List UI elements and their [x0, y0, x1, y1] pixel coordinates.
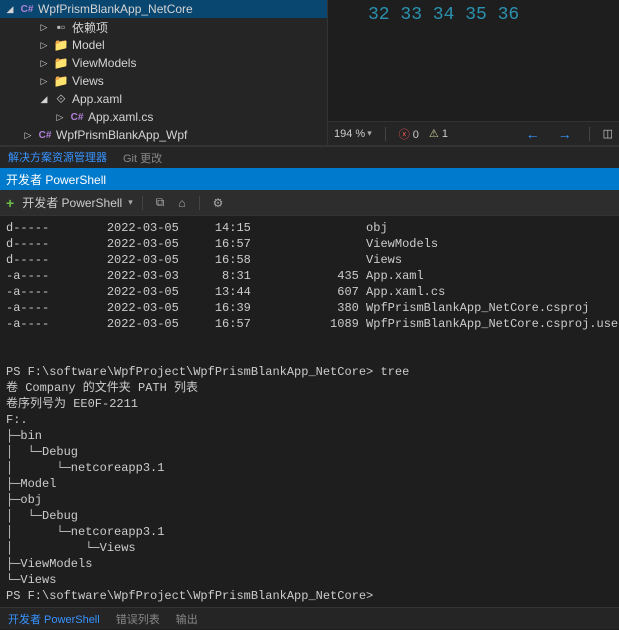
project-node-root[interactable]: ◢ C# WpfPrismBlankApp_NetCore	[0, 0, 327, 18]
chevron-down-icon[interactable]: ▾	[128, 197, 133, 208]
tab-solution-explorer[interactable]: 解决方案资源管理器	[0, 146, 115, 170]
tree-item-label: WpfPrismBlankApp_Wpf	[56, 128, 187, 142]
tree-item[interactable]: ▷ 📁 Views	[0, 72, 327, 90]
tree-item-label: App.xaml	[72, 92, 122, 106]
terminal-profile-label[interactable]: 开发者 PowerShell	[22, 194, 122, 211]
chevron-right-icon[interactable]: ▷	[38, 75, 50, 87]
tree-item[interactable]: ▷ 📁 Model	[0, 36, 327, 54]
home-icon[interactable]: ⌂	[174, 196, 189, 210]
chevron-right-icon[interactable]: ▷	[38, 21, 50, 33]
terminal-titlebar: 开发者 PowerShell	[0, 168, 619, 190]
copy-icon[interactable]: ⧉	[152, 195, 169, 210]
chevron-right-icon[interactable]: ▷	[54, 111, 66, 123]
explorer-tabstrip: 解决方案资源管理器 Git 更改	[0, 146, 619, 168]
error-icon: ⓧ	[399, 129, 410, 141]
tree-item-label: App.xaml.cs	[88, 110, 153, 124]
chevron-right-icon[interactable]: ▷	[22, 129, 34, 141]
chevron-right-icon[interactable]: ▷	[38, 57, 50, 69]
divider	[385, 127, 386, 141]
tree-item[interactable]: ◢ ⟐ App.xaml	[0, 90, 327, 108]
divider	[199, 196, 200, 210]
xaml-file-icon: ⟐	[54, 92, 68, 107]
tab-git-changes[interactable]: Git 更改	[115, 147, 170, 169]
tree-item-label: ViewModels	[72, 56, 136, 70]
divider	[142, 196, 143, 210]
folder-icon: 📁	[54, 38, 68, 52]
editor-status-bar: 194 % ▾ ⓧ 0 ⚠ 1 ← → ◫	[328, 121, 619, 145]
chevron-down-icon[interactable]: ◢	[4, 3, 16, 15]
tree-item[interactable]: ▷ C# App.xaml.cs	[0, 108, 327, 126]
error-count: 0	[413, 129, 419, 141]
gear-icon[interactable]: ⚙	[209, 196, 228, 210]
csharp-file-icon: C#	[70, 112, 84, 123]
terminal-title: 开发者 PowerShell	[6, 171, 106, 188]
solution-explorer: ◢ C# WpfPrismBlankApp_NetCore ▷ ▪▫ 依赖项 ▷ 📁 Mo…	[0, 0, 328, 145]
tree-item-label: Model	[72, 38, 105, 52]
warning-count: 1	[442, 128, 448, 140]
zoom-select[interactable]: 194 % ▾	[334, 128, 372, 140]
chevron-down-icon: ▾	[367, 128, 372, 139]
line-number-gutter: 32 33 34 35 36	[328, 0, 619, 29]
warning-icon: ⚠	[429, 128, 439, 140]
nav-forward-button[interactable]: →	[554, 126, 576, 142]
tree-item[interactable]: ▷ C# WpfPrismBlankApp_Wpf	[0, 126, 327, 144]
tab-developer-powershell[interactable]: 开发者 PowerShell	[0, 608, 108, 630]
nav-back-button[interactable]: ←	[522, 126, 544, 142]
project-label: WpfPrismBlankApp_NetCore	[38, 2, 193, 16]
chevron-down-icon[interactable]: ◢	[38, 93, 50, 105]
warnings-indicator[interactable]: ⚠ 1	[429, 127, 448, 140]
tree-item-label: 依赖项	[72, 19, 108, 36]
references-icon: ▪▫	[54, 20, 68, 34]
chevron-right-icon[interactable]: ▷	[38, 39, 50, 51]
zoom-value: 194 %	[334, 128, 365, 140]
folder-icon: 📁	[54, 56, 68, 70]
code-editor[interactable]: 32 33 34 35 36 194 % ▾ ⓧ 0 ⚠ 1 ← → ◫	[328, 0, 619, 145]
csharp-project-icon: C#	[38, 130, 52, 141]
split-icon[interactable]: ◫	[603, 127, 613, 140]
tree-item[interactable]: ▷ ▪▫ 依赖项	[0, 18, 327, 36]
tree-item-label: Views	[72, 74, 104, 88]
terminal-toolbar: + 开发者 PowerShell ▾ ⧉ ⌂ ⚙	[0, 190, 619, 216]
add-terminal-button[interactable]: +	[6, 195, 14, 211]
csharp-project-icon: C#	[20, 4, 34, 15]
output-tabstrip: 开发者 PowerShell 错误列表 输出	[0, 607, 619, 629]
divider	[589, 127, 590, 141]
tab-output[interactable]: 输出	[168, 608, 206, 630]
tab-error-list[interactable]: 错误列表	[108, 608, 168, 630]
errors-indicator[interactable]: ⓧ 0	[399, 126, 419, 142]
tree-item[interactable]: ▷ 📁 ViewModels	[0, 54, 327, 72]
folder-icon: 📁	[54, 74, 68, 88]
terminal-output[interactable]: d----- 2022-03-05 14:15 obj d----- 2022-…	[0, 216, 619, 607]
